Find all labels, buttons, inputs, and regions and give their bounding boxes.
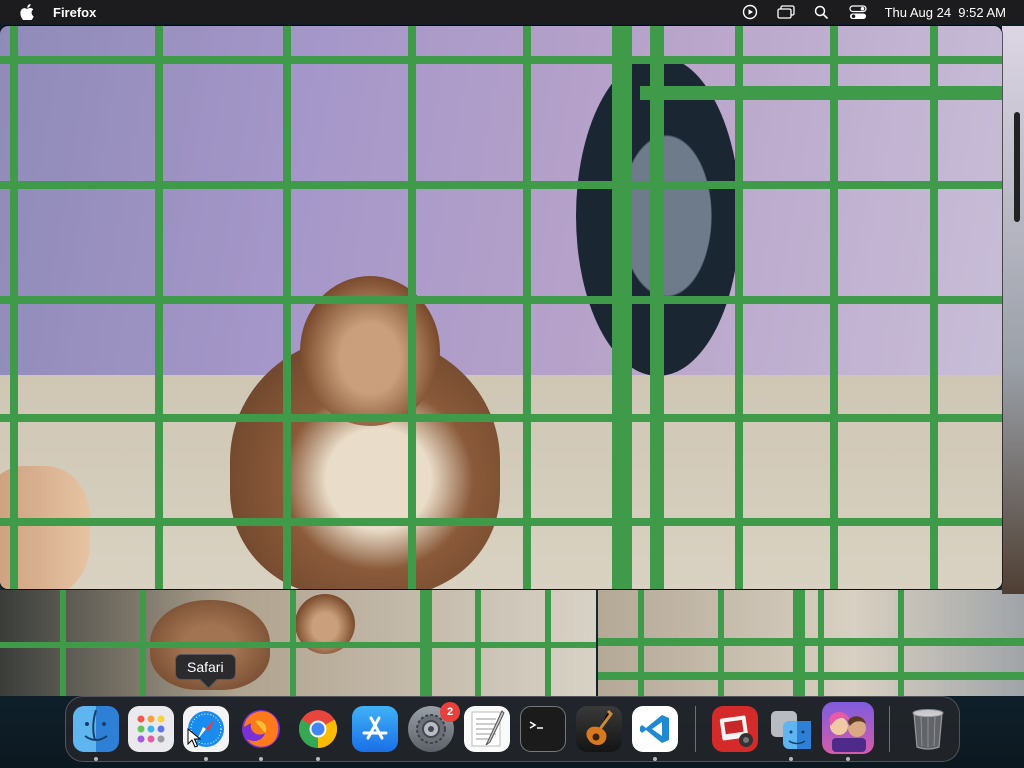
migration-assistant-icon[interactable] xyxy=(768,706,814,752)
video-floor xyxy=(0,375,1002,589)
running-indicator xyxy=(259,757,263,761)
dock-separator xyxy=(695,706,696,752)
menu-bar: Firefox Thu Aug 24 9:52 AM xyxy=(0,0,1024,24)
control-center-icon[interactable] xyxy=(848,4,867,20)
search-icon[interactable] xyxy=(813,4,831,20)
apple-icon[interactable] xyxy=(16,0,38,24)
finder-icon[interactable] xyxy=(73,706,119,752)
app-store-icon[interactable] xyxy=(352,706,398,752)
running-indicator xyxy=(316,757,320,761)
game-icon[interactable] xyxy=(822,702,874,754)
terminal-icon[interactable] xyxy=(520,706,566,752)
video-player-window[interactable] xyxy=(0,26,1002,589)
scrollbar-thumb[interactable] xyxy=(1014,112,1020,222)
dock-separator xyxy=(889,706,890,752)
menu-bar-clock[interactable]: Thu Aug 24 9:52 AM xyxy=(885,5,1006,20)
running-indicator xyxy=(204,757,208,761)
play-circle-icon[interactable] xyxy=(741,4,759,20)
textedit-icon[interactable] xyxy=(464,706,510,752)
background-window-edge xyxy=(1002,26,1024,594)
video-preview-left xyxy=(0,590,596,696)
chrome-icon[interactable] xyxy=(295,706,341,752)
launchpad-icon[interactable] xyxy=(128,706,174,752)
screen-mirroring-icon[interactable] xyxy=(776,4,795,20)
running-indicator xyxy=(94,757,98,761)
running-indicator xyxy=(846,757,850,761)
garageband-icon[interactable] xyxy=(576,706,622,752)
mouse-pointer-icon xyxy=(187,727,202,748)
video-preview-right xyxy=(598,590,1024,696)
dock-tooltip: Safari xyxy=(175,654,236,680)
notification-badge: 2 xyxy=(440,702,460,722)
tooltip-label: Safari xyxy=(187,659,224,675)
running-indicator xyxy=(789,757,793,761)
photo-booth-icon[interactable] xyxy=(712,706,758,752)
trash-icon[interactable] xyxy=(905,706,951,752)
vscode-icon[interactable] xyxy=(632,706,678,752)
firefox-icon[interactable] xyxy=(238,706,284,752)
running-indicator xyxy=(653,757,657,761)
active-app-name[interactable]: Firefox xyxy=(53,5,96,20)
